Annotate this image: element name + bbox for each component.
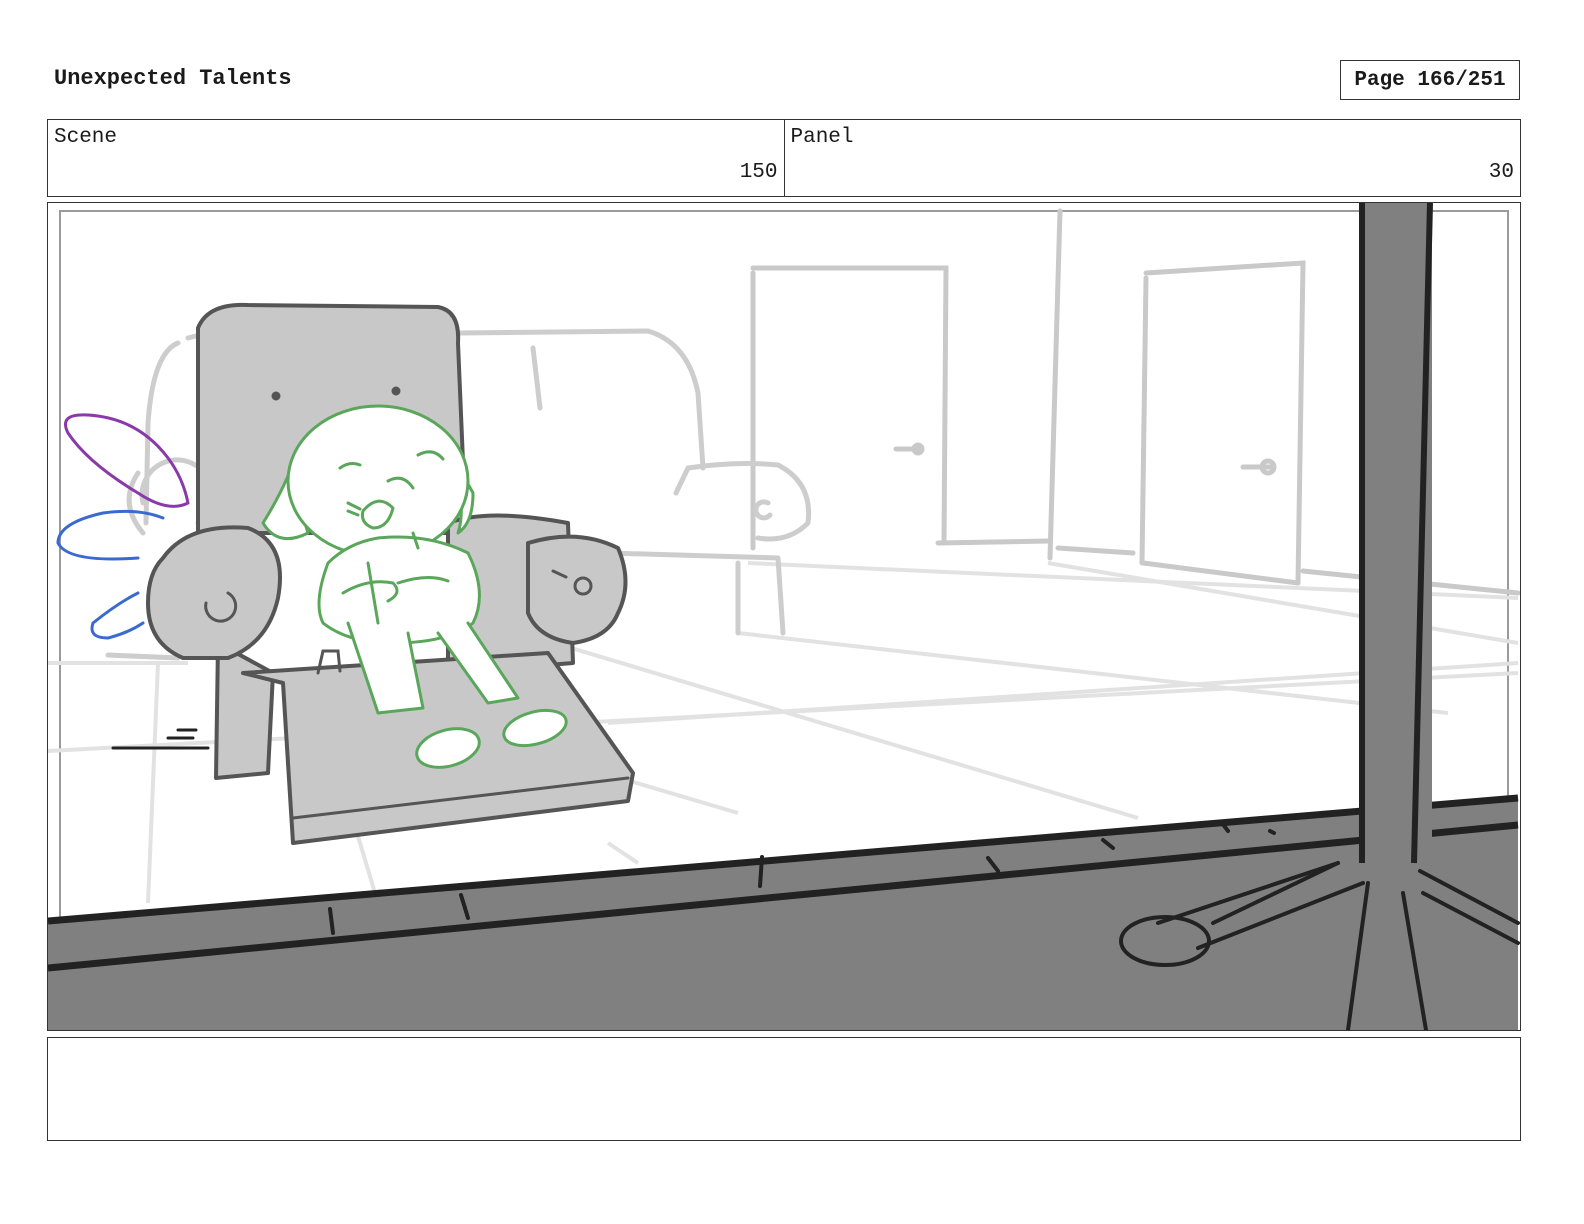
scene-label: Scene: [54, 126, 118, 149]
document-title: Unexpected Talents: [54, 66, 292, 91]
storyboard-drawing: [48, 203, 1520, 1030]
panel-label: Panel: [790, 126, 854, 149]
storyboard-panel-frame: [47, 202, 1521, 1031]
notes-box: [47, 1037, 1521, 1141]
panel-cell: Panel 30: [783, 120, 1521, 196]
scene-number: 150: [739, 161, 778, 184]
scene-cell: Scene 150: [48, 120, 784, 196]
page-number-box: Page 166/251: [1340, 60, 1520, 100]
scene-panel-row: Scene 150 Panel 30: [47, 119, 1521, 197]
panel-number: 30: [1488, 161, 1514, 184]
